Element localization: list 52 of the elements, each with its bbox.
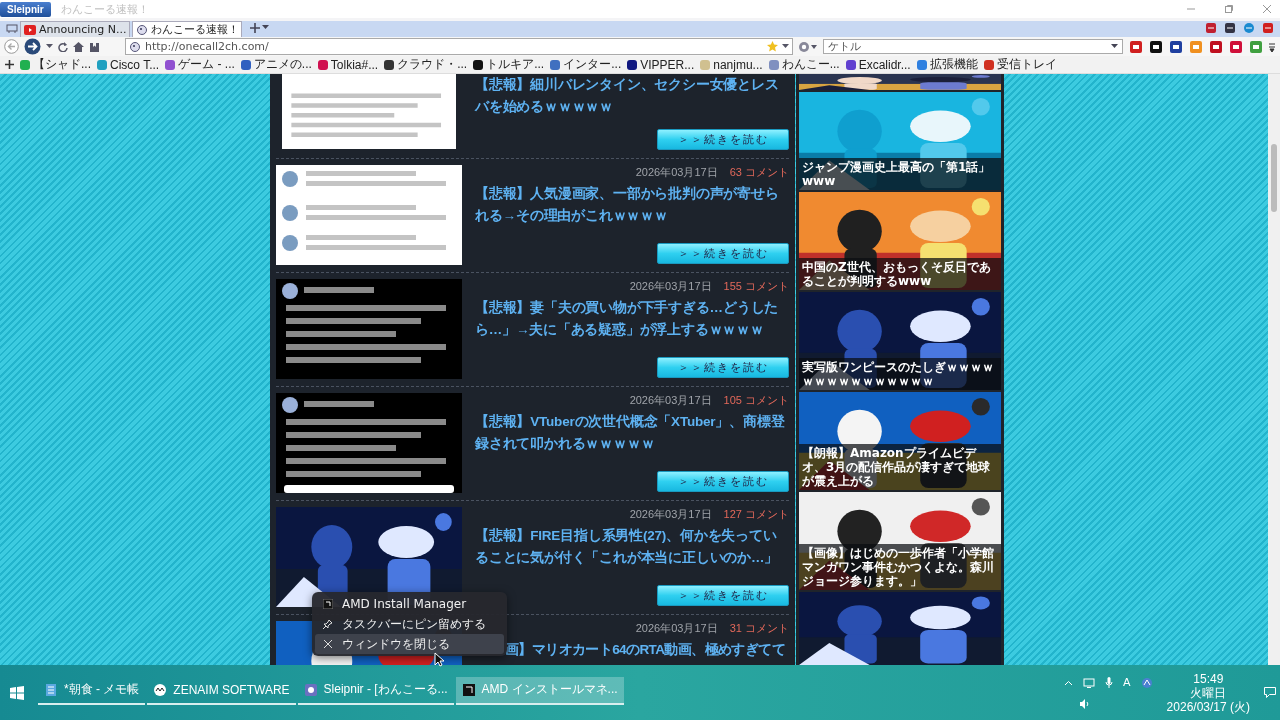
menu-item[interactable]: タスクバーにピン留めする: [315, 614, 504, 634]
bookmark[interactable]: 拡張機能: [916, 56, 978, 73]
bookmark[interactable]: Excalidr...: [845, 57, 911, 72]
clock-date: 2026/03/17 (火): [1166, 699, 1250, 714]
article-title[interactable]: 【悲報】妻「夫の買い物が下手すぎる…どうしたら…」→夫に「ある疑惑」が浮上するｗｗｗｗ: [475, 297, 789, 341]
bookmark[interactable]: VIPPER...: [627, 57, 695, 72]
article-caption[interactable]: 実写版ワンピースのたしぎｗｗｗｗｗｗｗｗｗｗｗｗｗｗｗ: [799, 358, 1001, 390]
clock-weekday: 火曜日: [1190, 685, 1227, 700]
post-date: 2026年03月17日: [629, 393, 712, 407]
browser-logo[interactable]: Sleipnir: [0, 1, 51, 17]
taskbar-button[interactable]: ZENAIM SOFTWARE: [147, 676, 296, 705]
bookmark[interactable]: nanjmu...: [700, 57, 763, 72]
post-date: 2026年03月17日: [635, 621, 718, 635]
article-title[interactable]: 【悲報】VTuberの次世代概念「XTuber」、商標登録されて叩かれるｗｗｗｗｗ: [475, 411, 789, 455]
read-more-button[interactable]: ＞＞続きを読む: [657, 243, 789, 264]
read-more-button[interactable]: ＞＞続きを読む: [657, 357, 789, 378]
bookmark[interactable]: アニメの...: [240, 56, 312, 73]
bookmark[interactable]: ゲーム - ...: [165, 56, 235, 73]
menu-item[interactable]: ウィンドウを閉じる: [315, 634, 504, 654]
article-title[interactable]: 【悲報】人気漫画家、一部から批判の声が寄せられる→その理由がこれｗｗｗｗ: [475, 183, 789, 227]
taskbar-button[interactable]: *朝食 - メモ帳: [38, 676, 146, 705]
bookmark[interactable]: Tolkia#...: [317, 57, 379, 72]
article-caption[interactable]: 【朗報】Amazonプライムビデオ、3月の配信作品が凄すぎて地球が震え上がる: [799, 444, 1001, 490]
bookmark[interactable]: Cisco T...: [97, 57, 160, 72]
comment-count[interactable]: 31 コメント: [729, 621, 789, 635]
menu-item[interactable]: AMD Install Manager: [315, 594, 504, 614]
article-title[interactable]: 【悲報】細川バレンタイン、セクシー女優とレスバを始めるｗｗｗｗｗ: [475, 74, 789, 118]
browser-tab[interactable]: Announcing N...: [20, 21, 130, 37]
bookmark[interactable]: トルキア...: [473, 56, 545, 73]
bookmark[interactable]: 受信トレイ: [983, 56, 1057, 73]
article-caption[interactable]: 【画像】はじめの一歩作者「小学館マンガワン事件むかつくよな。森川ジョージ参ります。」: [799, 544, 1001, 590]
article-title[interactable]: 【悲報】FIRE目指し系男性(27)、何かを失っていることに気が付く「これが本当に正しいのか…」: [475, 525, 789, 569]
browser-tab[interactable]: わんこーる速報！: [132, 21, 242, 37]
bookmark[interactable]: 【シャド...: [20, 56, 91, 73]
address-field[interactable]: http://onecall2ch.com/: [125, 38, 793, 55]
comment-count[interactable]: 63 コメント: [729, 165, 789, 179]
bookmark[interactable]: インター...: [550, 56, 622, 73]
bookmark[interactable]: わんこー...: [768, 56, 840, 73]
read-more-button[interactable]: ＞＞続きを読む: [657, 471, 789, 492]
read-more-button[interactable]: ＞＞続きを読む: [657, 129, 789, 150]
article-caption[interactable]: 中国のZ世代、おもっくそ反日であることが判明するwww: [799, 258, 1001, 290]
comment-count[interactable]: 155 コメント: [723, 279, 789, 293]
read-more-button[interactable]: ＞＞続きを読む: [657, 585, 789, 606]
post-date: 2026年03月17日: [629, 507, 712, 521]
post-date: 2026年03月17日: [629, 279, 712, 293]
comment-count[interactable]: 127 コメント: [723, 507, 789, 521]
article-caption[interactable]: ジャンプ漫画史上最高の「第1話」www: [799, 158, 1001, 190]
comment-count[interactable]: 105 コメント: [723, 393, 789, 407]
bookmark[interactable]: クラウド・...: [384, 56, 468, 73]
search-field[interactable]: ケトル: [823, 39, 1123, 54]
clock-time: 15:49: [1193, 671, 1224, 686]
post-date: 2026年03月17日: [635, 165, 718, 179]
